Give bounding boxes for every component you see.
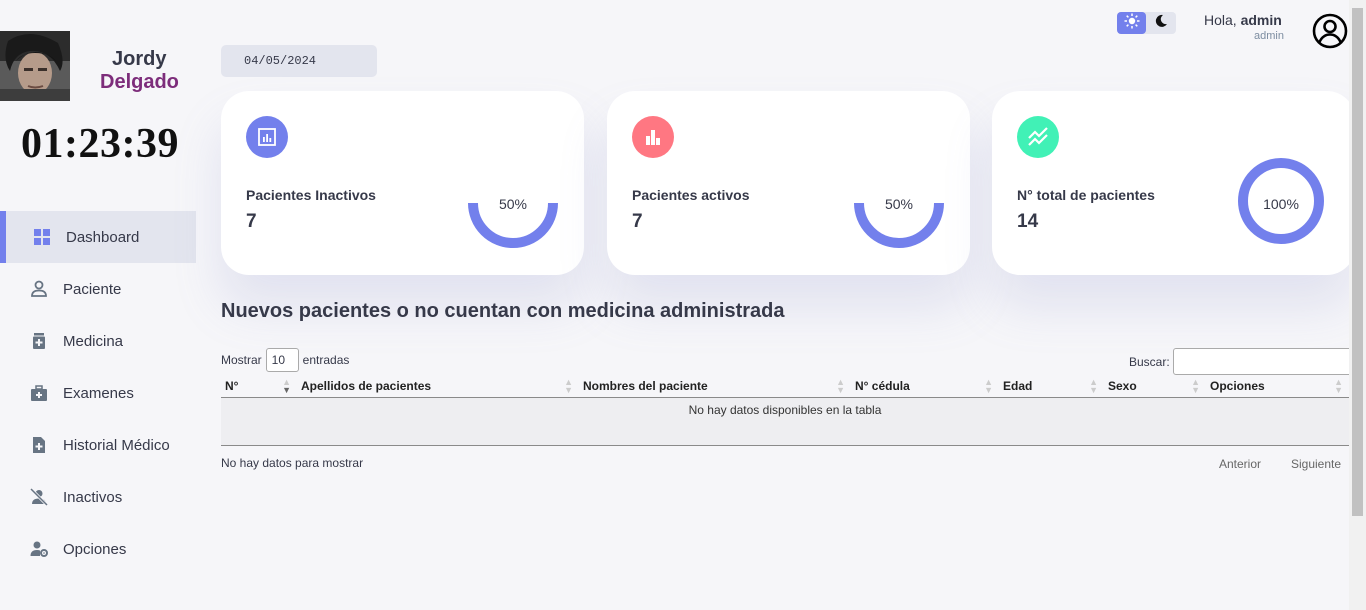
sidebar-item-label: Historial Médico — [63, 436, 170, 454]
theme-toggle[interactable] — [1117, 12, 1176, 34]
person-icon — [30, 280, 48, 298]
column-header-cedula[interactable]: N° cédula ▲ ▼ — [851, 376, 999, 398]
sort-icon: ▲ ▼ — [1089, 377, 1098, 395]
length-select[interactable]: 10 — [265, 348, 299, 372]
length-prefix: Mostrar — [221, 353, 262, 367]
user-last-name: Delgado — [100, 71, 179, 93]
column-header-nombres[interactable]: Nombres del paciente ▲ ▼ — [579, 376, 851, 398]
sort-icon: ▲ ▼ — [282, 377, 291, 395]
card-total-pacientes: N° total de pacientes 14 100% — [992, 91, 1355, 275]
card-value: 14 — [1017, 211, 1039, 232]
table-row-empty: No hay datos disponibles en la tabla — [221, 397, 1349, 446]
avatar — [0, 31, 70, 101]
sidebar-item-examenes[interactable]: Examenes — [0, 367, 196, 419]
sidebar-item-label: Opciones — [63, 540, 127, 558]
dark-mode-button[interactable] — [1146, 12, 1175, 34]
date-input[interactable]: 04/05/2024 — [221, 45, 377, 77]
sidebar: Jordy Delgado 01:23:39 Dashboard Pacient… — [0, 0, 196, 610]
column-header-sexo[interactable]: Sexo ▲ ▼ — [1104, 376, 1206, 398]
sort-icon: ▲ ▼ — [1334, 377, 1343, 395]
search-label: Buscar: — [1129, 354, 1170, 369]
medication-icon — [30, 332, 48, 350]
pagination-previous[interactable]: Anterior — [1219, 457, 1261, 471]
column-header-edad[interactable]: Edad ▲ ▼ — [999, 376, 1104, 398]
sidebar-item-label: Paciente — [63, 280, 122, 298]
user-role: admin — [1254, 30, 1284, 42]
card-pacientes-activos: Pacientes activos 7 50% — [607, 91, 970, 275]
sidebar-item-label: Medicina — [63, 332, 124, 350]
user-first-name: Jordy — [112, 48, 167, 70]
manage-accounts-icon — [30, 540, 48, 558]
scrollbar-thumb[interactable] — [1352, 8, 1363, 516]
column-label: Opciones — [1210, 379, 1265, 393]
analytics-icon — [246, 116, 288, 158]
progress-label: 100% — [1263, 196, 1299, 212]
table-length-control: Mostrar 10 entradas — [221, 348, 349, 372]
clock: 01:23:39 — [21, 121, 179, 167]
moon-icon — [1154, 14, 1168, 33]
greeting: Hola, admin — [1204, 12, 1282, 28]
progress-label: 50% — [884, 196, 914, 212]
column-header-numero[interactable]: N° ▲ ▼ — [221, 376, 297, 398]
scrollbar[interactable] — [1349, 0, 1366, 610]
sort-icon: ▲ ▼ — [836, 377, 845, 395]
card-value: 7 — [632, 211, 643, 232]
table-info: No hay datos para mostrar — [221, 456, 364, 470]
account-circle-icon[interactable] — [1312, 13, 1348, 49]
card-title: Pacientes activos — [632, 187, 750, 203]
stacked-line-chart-icon — [1017, 116, 1059, 158]
card-value: 7 — [246, 211, 257, 232]
sidebar-nav: Dashboard Paciente Medicina Examenes His… — [0, 211, 196, 575]
column-header-apellidos[interactable]: Apellidos de pacientes ▲ ▼ — [297, 376, 579, 398]
sidebar-item-opciones[interactable]: Opciones — [0, 523, 196, 575]
bar-chart-icon — [632, 116, 674, 158]
pagination-next[interactable]: Siguiente — [1291, 457, 1341, 471]
sidebar-item-paciente[interactable]: Paciente — [0, 263, 196, 315]
sort-icon: ▲ ▼ — [1191, 377, 1200, 395]
length-suffix: entradas — [302, 353, 350, 367]
card-title: Pacientes Inactivos — [246, 187, 376, 203]
search-input[interactable] — [1172, 348, 1353, 375]
column-label: Apellidos de pacientes — [301, 379, 432, 393]
sidebar-item-dashboard[interactable]: Dashboard — [0, 211, 196, 263]
sort-icon: ▲ ▼ — [564, 377, 573, 395]
column-label: Edad — [1003, 379, 1033, 393]
greeting-prefix: Hola, — [1204, 12, 1241, 28]
column-header-opciones[interactable]: Opciones ▲ ▼ — [1206, 376, 1349, 398]
sidebar-item-inactivos[interactable]: Inactivos — [0, 471, 196, 523]
card-title: N° total de pacientes — [1017, 187, 1155, 203]
light-mode-button[interactable] — [1117, 12, 1146, 34]
patients-table: N° ▲ ▼ Apellidos de pacientes ▲ ▼ Nombres de… — [221, 376, 1349, 446]
person-off-icon — [30, 488, 48, 506]
medical-kit-icon — [30, 384, 48, 402]
sidebar-item-historial-medico[interactable]: Historial Médico — [0, 419, 196, 471]
medical-file-icon — [30, 436, 48, 454]
section-title: Nuevos pacientes o no cuentan con medici… — [221, 300, 785, 322]
sort-icon: ▲ ▼ — [984, 377, 993, 395]
sidebar-item-label: Dashboard — [66, 228, 140, 246]
username: admin — [1240, 12, 1282, 28]
sidebar-item-medicina[interactable]: Medicina — [0, 315, 196, 367]
table-search: Buscar: — [1129, 348, 1353, 375]
column-label: Sexo — [1108, 379, 1137, 393]
progress-label: 50% — [498, 196, 528, 212]
card-pacientes-inactivos: Pacientes Inactivos 7 50% — [221, 91, 584, 275]
column-label: Nombres del paciente — [583, 379, 708, 393]
sun-icon — [1124, 13, 1140, 34]
sidebar-item-label: Inactivos — [63, 488, 123, 506]
column-label: N° — [225, 379, 239, 393]
empty-message: No hay datos disponibles en la tabla — [221, 397, 1349, 446]
dashboard-icon — [33, 228, 51, 246]
sidebar-item-label: Examenes — [63, 384, 134, 402]
table-header-row: N° ▲ ▼ Apellidos de pacientes ▲ ▼ Nombres de… — [221, 376, 1349, 398]
column-label: N° cédula — [855, 379, 910, 393]
